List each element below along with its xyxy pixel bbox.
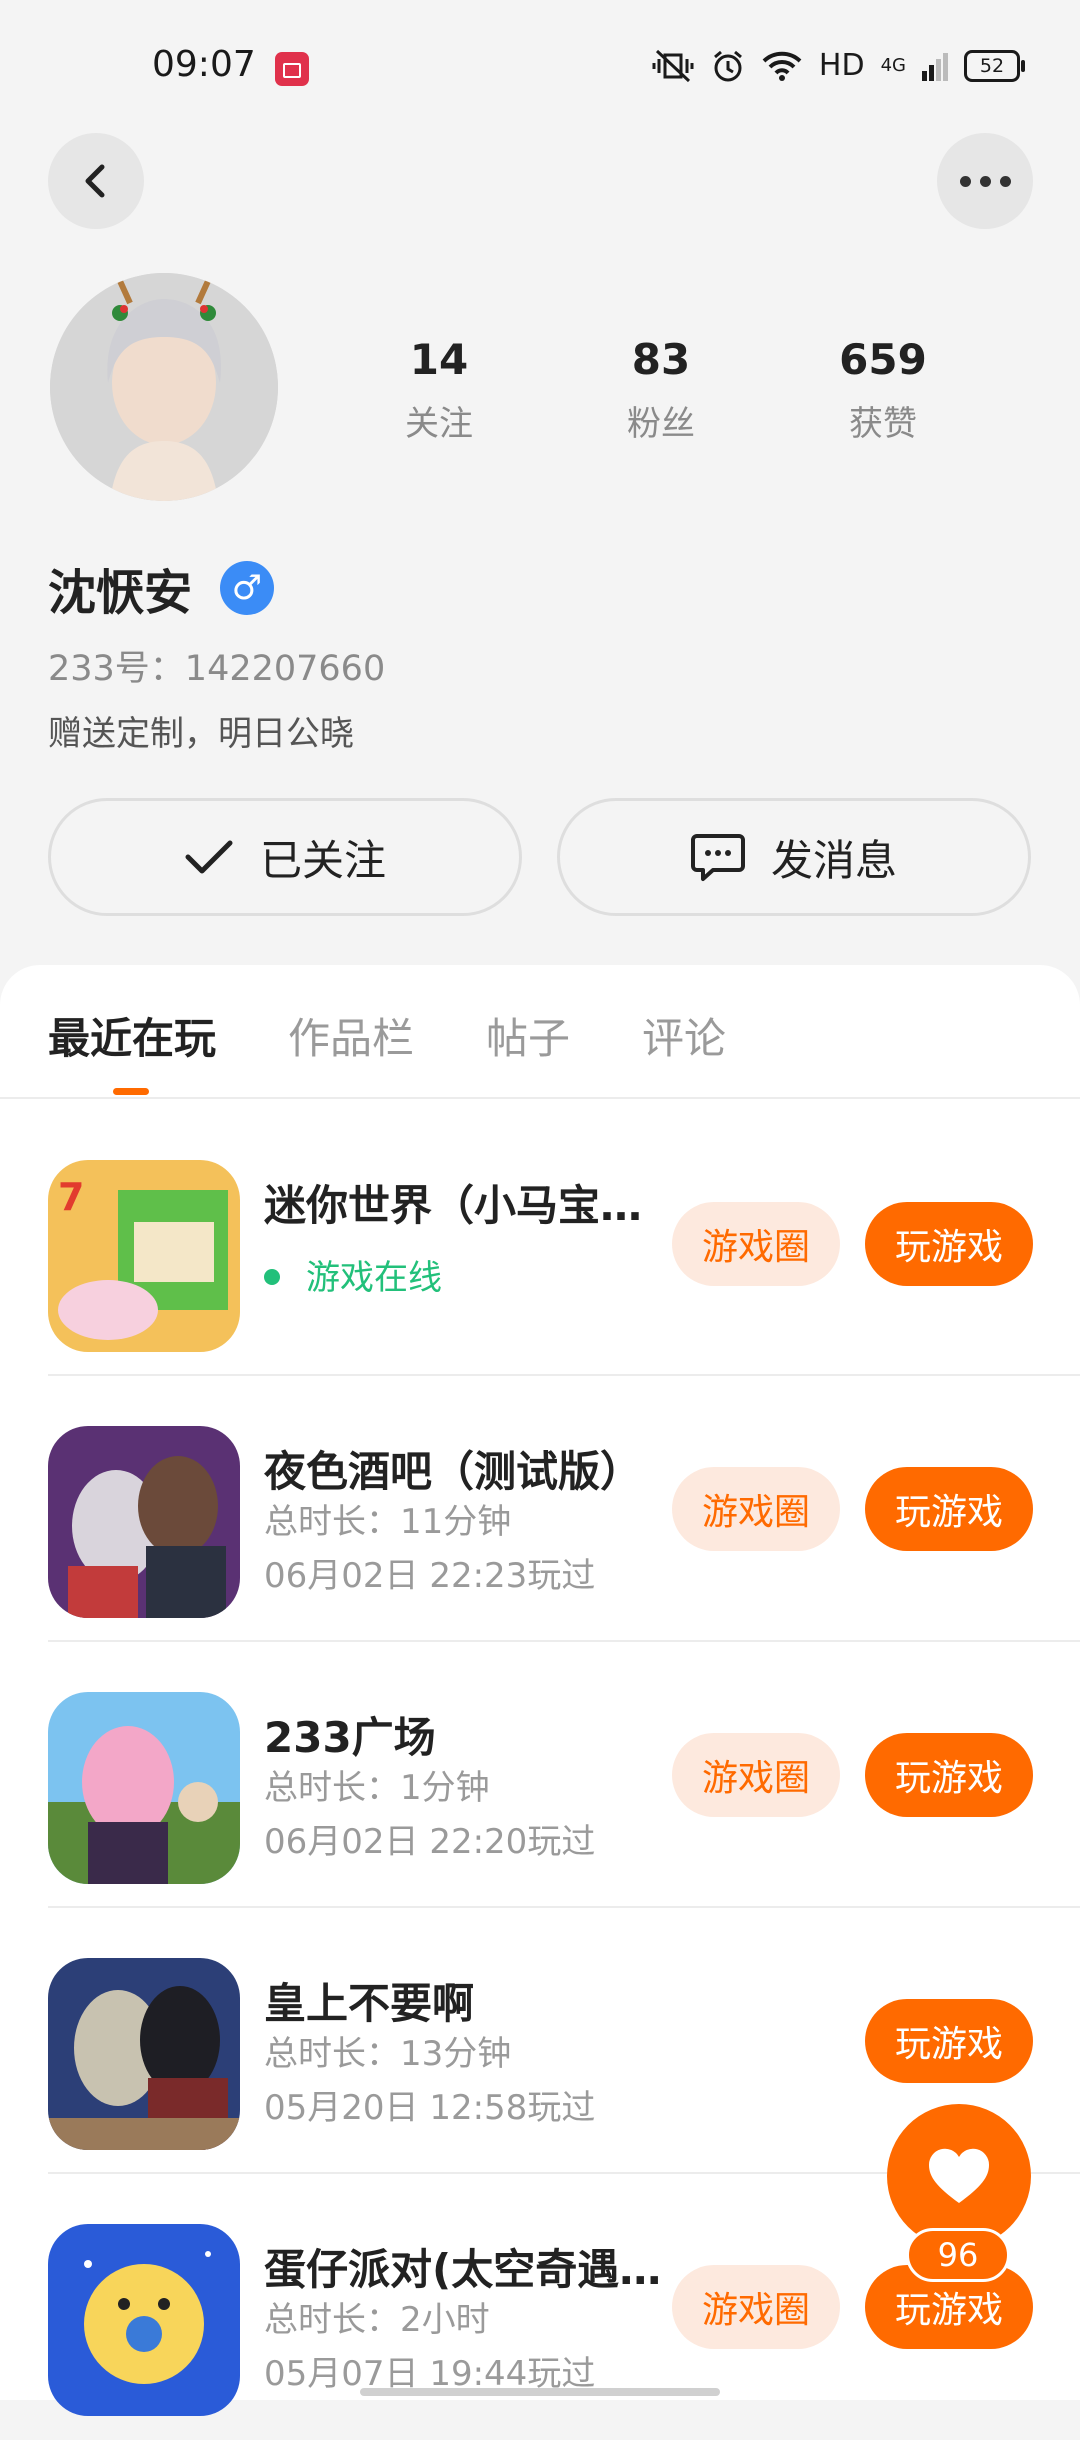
play-game-button[interactable]: 玩游戏 [865,1733,1033,1817]
stat-followers[interactable]: 83 粉丝 [550,335,772,445]
stat-value: 14 [409,335,469,384]
game-circle-button[interactable]: 游戏圈 [672,1733,840,1817]
play-game-button[interactable]: 玩游戏 [865,1467,1033,1551]
game-icon: 7 [48,1160,240,1352]
game-icon [48,1426,240,1618]
game-icon-art [48,1692,240,1884]
play-game-button[interactable]: 玩游戏 [865,1999,1033,2083]
avatar[interactable] [50,273,278,501]
stat-value: 83 [631,335,691,384]
tab-posts[interactable]: 帖子 [486,1005,570,1066]
status-icons: HD 4G 52 [651,48,1025,83]
chat-bubble-icon [690,834,745,881]
wifi-icon [762,51,802,81]
stat-label: 粉丝 [627,404,695,444]
status-time: 09:07 [152,44,256,85]
stat-likes[interactable]: 659 获赞 [772,335,994,445]
game-playtime: 总时长：2小时 [264,2300,490,2340]
heart-icon [928,2148,990,2203]
network-type: HD [818,48,865,83]
game-playtime: 总时长：13分钟 [264,2034,512,2074]
male-icon: ♂ [220,561,275,615]
game-playtime: 总时长：11分钟 [264,1502,512,1542]
chevron-left-icon [85,164,105,198]
more-icon [959,175,1011,187]
stat-label: 关注 [405,404,473,444]
game-icon-art: 7 [48,1160,240,1352]
tab-comments[interactable]: 评论 [642,1005,726,1066]
game-icon [48,1692,240,1884]
like-fab-button[interactable] [887,2104,1031,2248]
send-message-label: 发消息 [770,835,897,885]
game-title: 皇上不要啊 [264,1979,475,2028]
send-message-button[interactable]: 发消息 [557,798,1031,916]
game-last-played: 06月02日 22:23玩过 [264,1556,596,1596]
divider [0,1097,1080,1099]
tab-recently-played[interactable]: 最近在玩 [48,1005,216,1066]
profile-uid: 233号：142207660 [48,649,386,689]
game-title: 迷你世界（小马宝… [264,1181,643,1230]
check-icon [185,840,233,874]
game-icon-art [48,1958,240,2150]
play-game-button[interactable]: 玩游戏 [865,1202,1033,1286]
game-row[interactable]: 233广场 总时长：1分钟 06月02日 22:20玩过 游戏圈 玩游戏 [0,1642,1080,1908]
game-status: 游戏在线 [264,1250,442,1299]
game-playtime: 总时长：1分钟 [264,1768,490,1808]
alarm-icon [713,50,742,81]
profile-bio: 赠送定制，明日公晓 [48,714,354,754]
screen-record-icon [275,52,309,86]
like-count-badge: 96 [906,2228,1010,2282]
game-icon [48,1958,240,2150]
signal-type: 4G [880,55,906,76]
online-dot-icon [264,1268,280,1285]
stat-label: 获赞 [849,404,917,444]
game-last-played: 05月20日 12:58玩过 [264,2088,596,2128]
tab-indicator [113,1088,149,1095]
svg-text:7: 7 [58,1175,84,1219]
game-icon [48,2224,240,2416]
game-row[interactable]: 夜色酒吧（测试版） 总时长：11分钟 06月02日 22:23玩过 游戏圈 玩游… [0,1376,1080,1642]
stat-following[interactable]: 14 关注 [328,335,550,445]
mute-vibrate-icon [652,49,694,82]
battery-icon: 52 [964,49,1025,82]
followed-label: 已关注 [259,835,386,885]
profile-name-row: 沈恹安 ♂ [48,553,275,623]
profile-stats: 14 关注 83 粉丝 659 获赞 [328,335,994,445]
profile-name: 沈恹安 [48,565,193,621]
game-icon-art [48,2224,240,2416]
home-indicator[interactable] [360,2388,720,2396]
followed-button[interactable]: 已关注 [48,798,522,916]
game-online-text: 游戏在线 [306,1258,442,1298]
game-circle-button[interactable]: 游戏圈 [672,1467,840,1551]
game-title: 夜色酒吧（测试版） [264,1447,643,1496]
more-button[interactable] [937,133,1033,229]
game-row[interactable]: 7 迷你世界（小马宝… 游戏在线 游戏圈 玩游戏 [0,1110,1080,1376]
stat-value: 659 [839,335,927,384]
profile-tabs: 最近在玩 作品栏 帖子 评论 [48,1005,798,1066]
signal-icon [922,52,948,81]
game-circle-button[interactable]: 游戏圈 [672,1202,840,1286]
game-icon-art [48,1426,240,1618]
game-circle-button[interactable]: 游戏圈 [672,2265,840,2349]
game-last-played: 06月02日 22:20玩过 [264,1822,596,1862]
game-title: 蛋仔派对(太空奇遇… [264,2245,662,2294]
game-title: 233广场 [264,1713,436,1762]
tab-works[interactable]: 作品栏 [288,1005,414,1066]
avatar-image [50,273,278,501]
back-button[interactable] [48,133,144,229]
